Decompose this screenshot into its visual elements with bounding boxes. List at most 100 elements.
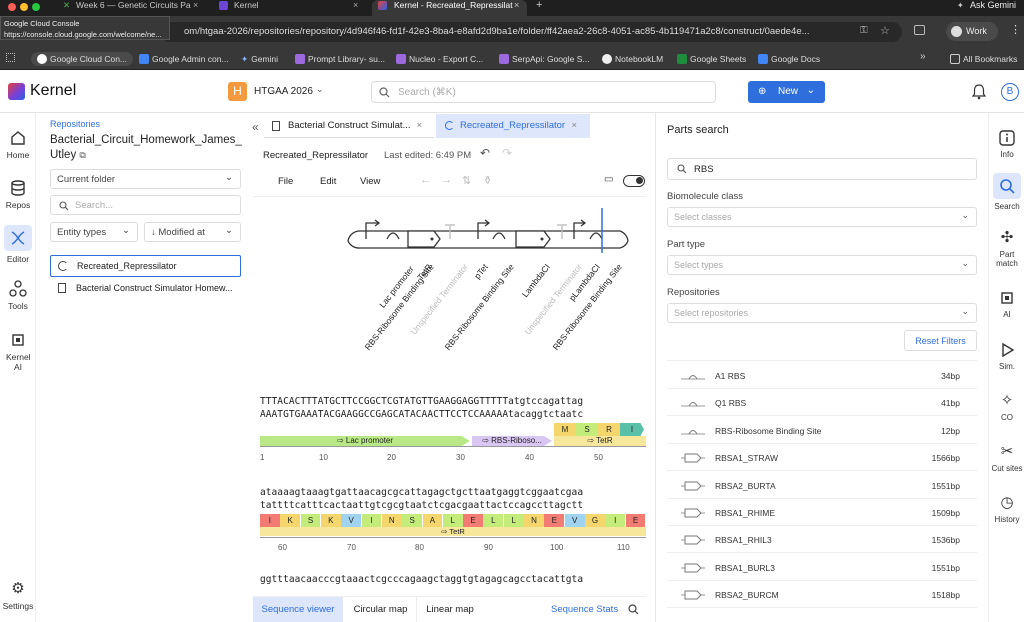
editor-tab[interactable]: Bacterial Construct Simulat... × [264,114,434,138]
ask-gemini-button[interactable]: Ask Gemini [970,0,1016,10]
close-tab-icon[interactable]: × [571,114,577,138]
biomolecule-class-select[interactable]: Select classes ⌄ [667,207,977,227]
present-icon[interactable]: ▭ [604,174,613,185]
browser-tab-week6[interactable]: ✕ Week 6 — Genetic Circuits Pa [60,0,210,16]
nav-tools[interactable]: Tools [0,280,36,311]
nav-ai[interactable]: AI [989,289,1024,319]
tab-linear-map[interactable]: Linear map [419,597,481,622]
bookmark-item[interactable]: Google Sheets [677,52,746,66]
feature-lac-promoter[interactable]: ⇨ Lac promoter [260,436,470,446]
feature-tetr[interactable]: ⇨ TetR [554,436,646,446]
all-bookmarks[interactable]: All Bookmarks [950,52,1017,66]
part-result-row[interactable]: RBS-Ribosome Binding Site 12bp [667,417,977,444]
bookmark-item[interactable]: Google Admin con... [139,52,229,66]
part-result-row[interactable]: RBSA1_BURL3 1551bp [667,554,977,581]
workspace-selector[interactable]: HTGAA 2026 [254,86,313,97]
bookmark-item[interactable]: Google Cloud Con... [31,52,134,66]
minimize-window-dot[interactable] [20,3,28,11]
part-result-row[interactable]: RBSA1_RHIME 1509bp [667,499,977,526]
maximize-window-dot[interactable] [32,3,40,11]
search-icon[interactable] [628,604,639,615]
nav-info[interactable]: Info [989,129,1024,159]
bookmark-item[interactable]: NotebookLM [602,52,663,66]
close-tab-icon[interactable]: × [193,0,198,10]
tab-circular-map[interactable]: Circular map [345,597,417,622]
swap-strand-icon[interactable]: ⇅ [462,174,471,187]
apps-grid-icon[interactable] [6,53,15,62]
chevron-right-icon[interactable]: » [920,51,926,62]
menu-edit[interactable]: Edit [320,176,336,187]
chevron-down-icon[interactable]: ⌄ [316,84,324,95]
part-result-row[interactable]: RBSA2_BURTA 1551bp [667,472,977,499]
sequence-top-strand: ggtttaacaacccgtaaactcgcccagaagctaggtgtag… [260,574,584,585]
arrow-right-icon[interactable]: → [441,174,452,186]
global-search-input[interactable]: Search (⌘K) [371,81,716,103]
browser-menu-icon[interactable]: ⋮ [1010,23,1021,36]
redo-icon[interactable]: ↷ [502,146,512,160]
user-avatar[interactable]: B [1001,83,1019,101]
sequence-stats-link[interactable]: Sequence Stats [551,604,618,615]
editor-tab-active[interactable]: Recreated_Repressilator × [436,114,590,138]
bookmark-item[interactable]: Prompt Library- su... [295,52,385,66]
collapse-panel-icon[interactable]: « [252,120,259,134]
nav-sim[interactable]: Sim. [989,341,1024,371]
new-tab-icon[interactable]: + [536,0,542,11]
bookmark-item[interactable]: SerpApi: Google S... [499,52,590,66]
part-result-row[interactable]: Q1 RBS 41bp [667,389,977,417]
feature-rbs[interactable]: ⇨ RBS-Riboso... [472,436,552,446]
reset-filters-button[interactable]: Reset Filters [904,330,977,351]
nav-label: Repos [5,200,31,210]
bookmark-star-icon[interactable]: ☆ [880,24,890,37]
tab-sequence-viewer[interactable]: Sequence viewer [253,597,343,622]
nav-co[interactable]: ✧ CO [989,392,1024,422]
folder-item-selected[interactable]: Recreated_Repressilator [50,255,241,277]
nav-history[interactable]: ◷ History [989,494,1024,524]
folder-item[interactable]: Bacterial Construct Simulator Homew... [50,278,241,298]
external-link-icon[interactable]: ⧉ [79,150,85,160]
sidepanel-icon[interactable] [914,25,925,35]
workspace-icon[interactable]: H [228,82,247,101]
undo-icon[interactable]: ↶ [480,146,490,160]
nav-home[interactable]: Home [0,129,36,160]
folder-search-input[interactable]: Search... [50,195,241,215]
nav-settings[interactable]: ⚙ Settings [0,580,36,611]
menu-view[interactable]: View [360,176,380,187]
part-result-row[interactable]: RBSA1_STRAW 1566bp [667,444,977,472]
arrow-left-icon[interactable]: ← [420,174,431,186]
bookmark-item[interactable]: ✦ Gemini [241,52,278,66]
close-tab-icon[interactable]: × [416,114,422,138]
nav-part-match[interactable]: ✣ Part match [989,229,1024,268]
sort-dropdown[interactable]: ↓ Modified at ⌄ [144,222,241,242]
feature-tetr[interactable]: ⇨ TetR [260,527,646,536]
breadcrumb-link[interactable]: Repositories [50,119,100,129]
part-result-row[interactable]: RBSA1_RHIL3 1536bp [667,526,977,554]
url-field[interactable]: om/htgaa-2026/repositories/repository/4d… [160,22,902,42]
bookmark-item[interactable]: Nucleo - Export C... [396,52,483,66]
nav-repos[interactable]: Repos [0,179,36,210]
view-toggle[interactable] [623,175,645,187]
nav-cut-sites[interactable]: ✂ Cut sites [989,443,1024,473]
new-button[interactable]: ⊕ New ⌄ [748,81,825,103]
paint-icon[interactable]: ⚱ [483,174,492,187]
entity-types-filter[interactable]: Entity types ⌄ [50,222,138,242]
bookmark-item[interactable]: Google Docs [758,52,820,66]
menu-file[interactable]: File [278,176,293,187]
part-result-row[interactable]: A1 RBS 34bp [667,362,977,389]
nav-kernel-ai[interactable]: Kernel AI [0,331,36,372]
part-type-select[interactable]: Select types ⌄ [667,255,977,275]
nav-search[interactable]: Search [989,173,1024,211]
browser-tab-repressilator[interactable]: Kernel - Recreated_Repressilat [372,0,527,16]
close-tab-icon[interactable]: × [353,0,358,10]
scope-dropdown[interactable]: Current folder ⌄ [50,169,241,189]
password-key-icon[interactable]: ⚿ [860,25,868,36]
profile-chip[interactable]: Work [946,22,998,41]
close-window-dot[interactable] [8,3,16,11]
parts-search-input[interactable]: RBS [667,158,977,180]
bell-icon[interactable] [972,84,986,100]
close-tab-icon[interactable]: × [514,0,519,10]
nav-editor[interactable]: Editor [0,225,36,264]
browser-tab-kernel[interactable]: Kernel [216,0,366,16]
part-result-row[interactable]: RBSA2_BURCM 1518bp [667,581,977,609]
repositories-select[interactable]: Select repositories ⌄ [667,303,977,323]
document-name[interactable]: Recreated_Repressilator [263,150,368,161]
